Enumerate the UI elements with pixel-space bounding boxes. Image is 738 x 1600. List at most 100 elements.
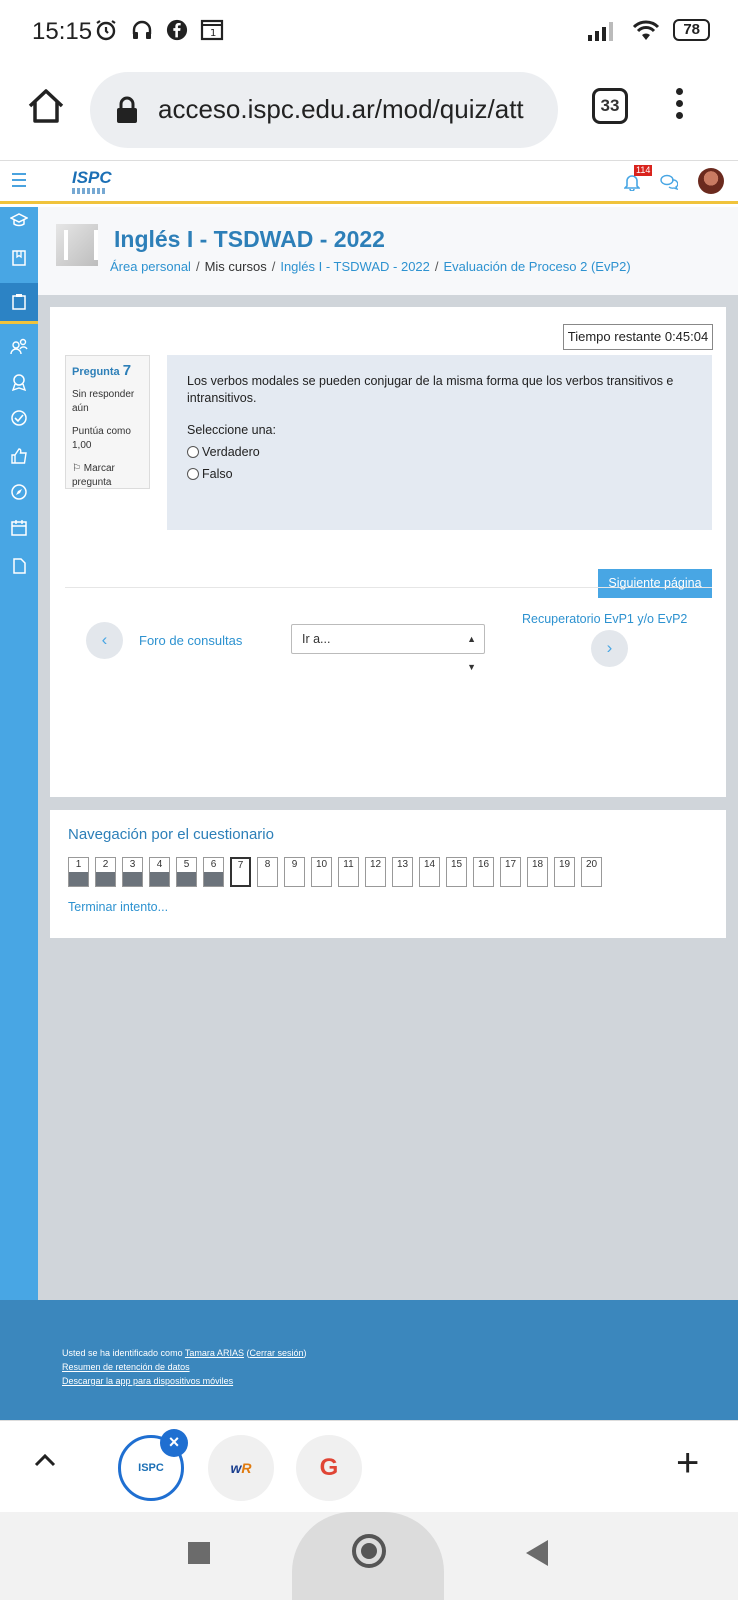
back-icon[interactable]	[526, 1540, 548, 1566]
quiz-navigation-title: Navegación por el cuestionario	[68, 826, 274, 843]
wifi-icon	[633, 20, 660, 40]
page-title: Inglés I - TSDWAD - 2022	[114, 226, 385, 252]
url-bar[interactable]: acceso.ispc.edu.ar/mod/quiz/att	[90, 72, 558, 148]
jump-to-select[interactable]: Ir a... ▲ ▼	[291, 624, 485, 672]
calendar-notification-icon: 1	[200, 19, 224, 41]
breadcrumb-quiz[interactable]: Evaluación de Proceso 2 (EvP2)	[444, 259, 631, 274]
question-box: Los verbos modales se pueden conjugar de…	[167, 355, 712, 530]
new-tab-icon[interactable]: +	[676, 1443, 699, 1483]
badge-icon[interactable]	[10, 373, 28, 391]
compass-icon[interactable]	[10, 483, 28, 501]
question-info-panel: Pregunta 7 Sin responder aún Puntúa como…	[65, 355, 150, 489]
prev-activity-link[interactable]: Foro de consultas	[139, 633, 242, 648]
radio-true[interactable]	[187, 446, 199, 458]
breadcrumb-course[interactable]: Inglés I - TSDWAD - 2022	[280, 259, 430, 274]
next-activity-link[interactable]: Recuperatorio EvP1 y/o EvP2	[522, 612, 687, 626]
graduation-cap-icon[interactable]	[10, 211, 28, 229]
data-retention-link[interactable]: Resumen de retención de datos	[62, 1362, 190, 1372]
mobile-app-link[interactable]: Descargar la app para dispositivos móvil…	[62, 1376, 233, 1386]
notification-badge: 114	[634, 165, 653, 176]
question-nav-button[interactable]: 9	[284, 857, 305, 887]
book-icon[interactable]	[10, 249, 28, 267]
tab-google[interactable]: G	[296, 1435, 362, 1501]
svg-text:1: 1	[210, 28, 216, 39]
left-nav-drawer	[0, 207, 38, 1420]
next-page-button[interactable]: Siguiente página	[598, 569, 712, 598]
browser-toolbar: acceso.ispc.edu.ar/mod/quiz/att 33	[0, 64, 738, 160]
question-nav-button[interactable]: 10	[311, 857, 332, 887]
tab-switcher-button[interactable]: 33	[592, 88, 628, 124]
browser-menu-icon[interactable]	[676, 88, 684, 124]
system-navigation-bar	[0, 1512, 738, 1600]
clipboard-icon[interactable]	[10, 293, 28, 311]
question-nav-button[interactable]: 13	[392, 857, 413, 887]
question-text: Los verbos modales se pueden conjugar de…	[187, 374, 674, 405]
question-nav-button[interactable]: 14	[419, 857, 440, 887]
signal-icon	[588, 22, 614, 41]
time-remaining: Tiempo restante 0:45:04	[563, 324, 713, 350]
thumbs-up-icon[interactable]	[10, 447, 28, 465]
site-navbar: ISPC 114	[0, 160, 738, 204]
question-nav-button[interactable]: 3	[122, 857, 143, 887]
question-nav-button[interactable]: 16	[473, 857, 494, 887]
radio-false[interactable]	[187, 468, 199, 480]
headphones-icon	[132, 20, 152, 39]
question-nav-button[interactable]: 6	[203, 857, 224, 887]
home-icon[interactable]	[26, 86, 66, 126]
url-text: acceso.ispc.edu.ar/mod/quiz/att	[158, 94, 524, 124]
prev-activity-arrow-icon[interactable]: ‹	[86, 622, 123, 659]
question-nav-button[interactable]: 2	[95, 857, 116, 887]
close-tab-icon[interactable]: ×	[160, 1429, 188, 1457]
question-nav-button[interactable]: 19	[554, 857, 575, 887]
question-nav-button[interactable]: 4	[149, 857, 170, 887]
alarm-icon	[96, 20, 116, 41]
course-image	[56, 224, 98, 266]
flag-question[interactable]: ⚐ Marcar pregunta	[72, 462, 143, 490]
user-avatar[interactable]	[698, 168, 724, 194]
logout-link[interactable]: Cerrar sesión	[249, 1348, 303, 1358]
question-nav-button[interactable]: 20	[581, 857, 602, 887]
question-nav-button[interactable]: 7	[230, 857, 251, 887]
finish-attempt-link[interactable]: Terminar intento...	[68, 900, 168, 914]
question-buttons: 1 2 3 4 5 6 7 8 9 10 11 12 13 14 15 16 17 18 19 20	[68, 857, 602, 887]
question-nav-button[interactable]: 12	[365, 857, 386, 887]
facebook-icon	[166, 19, 188, 41]
files-icon[interactable]	[10, 557, 28, 575]
breadcrumb-my-courses: Mis cursos	[204, 259, 267, 274]
recents-icon[interactable]	[188, 1542, 210, 1564]
question-score: Puntúa como 1,00	[72, 426, 131, 451]
question-nav-button[interactable]: 17	[500, 857, 521, 887]
question-nav-button[interactable]: 5	[176, 857, 197, 887]
answer-option-true[interactable]: Verdadero	[187, 445, 692, 459]
question-nav-button[interactable]: 18	[527, 857, 548, 887]
status-bar: 15:15 1 78	[0, 0, 738, 64]
messages-icon[interactable]	[660, 174, 678, 190]
flag-icon: ⚐	[72, 463, 81, 474]
lock-icon	[117, 96, 137, 123]
question-nav-button[interactable]: 8	[257, 857, 278, 887]
question-number: 7	[122, 362, 132, 379]
site-logo[interactable]: ISPC	[56, 166, 112, 196]
chevron-up-icon[interactable]	[34, 1453, 56, 1467]
breadcrumb: Área personal / Mis cursos / Inglés I - TSDW…	[110, 259, 631, 274]
next-activity-arrow-icon[interactable]: ›	[591, 630, 628, 667]
question-label: Pregunta	[72, 366, 120, 378]
footer-text: Usted se ha identificado como Tamara ARI…	[62, 1348, 307, 1386]
question-nav-button[interactable]: 15	[446, 857, 467, 887]
question-nav-button[interactable]: 11	[338, 857, 359, 887]
home-circle-icon[interactable]	[352, 1534, 386, 1568]
tab-wordreference[interactable]: wR	[208, 1435, 274, 1501]
select-one-label: Seleccione una:	[187, 423, 276, 437]
battery-indicator: 78	[673, 19, 710, 41]
answer-option-false[interactable]: Falso	[187, 467, 692, 481]
calendar-icon[interactable]	[10, 519, 28, 537]
competencies-icon[interactable]	[10, 409, 28, 427]
question-state: Sin responder aún	[72, 389, 135, 414]
question-nav-button[interactable]: 1	[68, 857, 89, 887]
user-link[interactable]: Tamara ARIAS	[185, 1348, 244, 1358]
hamburger-menu-icon[interactable]	[12, 173, 26, 191]
select-arrows-icon: ▲ ▼	[467, 634, 476, 672]
participants-icon[interactable]	[10, 337, 28, 355]
tab-strip: ISPC × wR G +	[0, 1420, 738, 1512]
breadcrumb-home[interactable]: Área personal	[110, 259, 191, 274]
